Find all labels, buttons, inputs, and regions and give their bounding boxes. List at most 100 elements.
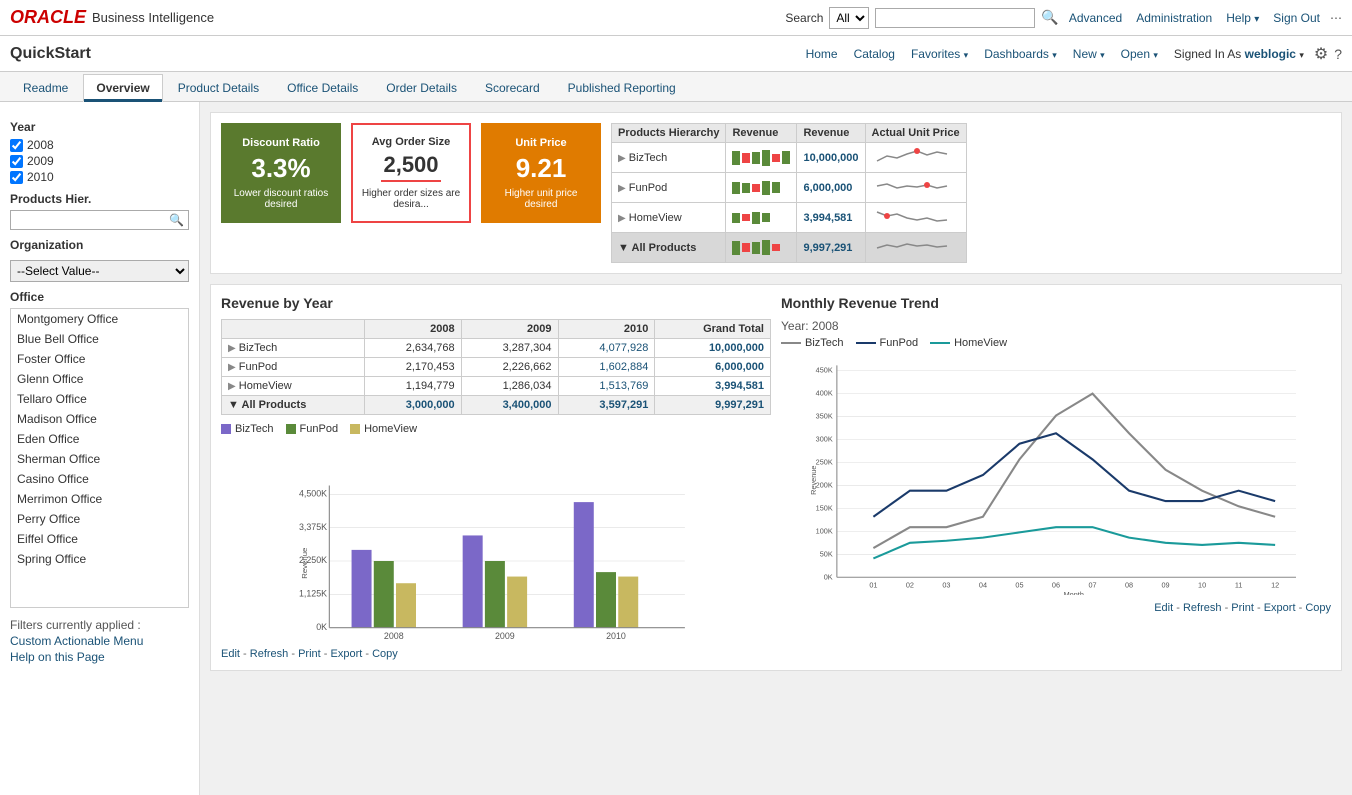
- open-link[interactable]: Open ▾: [1121, 47, 1158, 61]
- tab-readme[interactable]: Readme: [10, 74, 81, 101]
- list-item[interactable]: Glenn Office: [11, 369, 188, 389]
- advanced-link[interactable]: Advanced: [1069, 11, 1122, 25]
- search-input[interactable]: [875, 8, 1035, 28]
- list-item[interactable]: Spring Office: [11, 549, 188, 569]
- row-all-products: ▼ All Products: [222, 396, 365, 415]
- edit-link[interactable]: Edit: [221, 648, 240, 660]
- home-link[interactable]: Home: [806, 47, 838, 61]
- row-funpod: ▶ FunPod: [222, 358, 365, 377]
- export-link[interactable]: Export: [331, 648, 363, 660]
- new-link[interactable]: New ▾: [1073, 47, 1105, 61]
- expand-icon[interactable]: ▶: [618, 213, 626, 224]
- search-dropdown[interactable]: All: [829, 7, 869, 29]
- products-hierarchy-container: Products Hierarchy Revenue Revenue Actua…: [611, 123, 1331, 263]
- help-link[interactable]: Help ▾: [1226, 11, 1259, 25]
- legend-biztech-line: BizTech: [781, 337, 844, 349]
- table-row: ▶ HomeView 3,994,581: [612, 203, 967, 233]
- list-item[interactable]: Blue Bell Office: [11, 329, 188, 349]
- list-item[interactable]: Sherman Office: [11, 449, 188, 469]
- expand-icon[interactable]: ▶: [228, 343, 236, 354]
- year-2009-checkbox[interactable]: [10, 155, 23, 168]
- expand-icon[interactable]: ▶: [228, 362, 236, 373]
- organization-select[interactable]: --Select Value--: [10, 260, 189, 282]
- list-item[interactable]: Casino Office: [11, 469, 188, 489]
- catalog-link[interactable]: Catalog: [854, 47, 895, 61]
- cell-funpod-revenue: 6,000,000: [797, 173, 865, 203]
- svg-text:2009: 2009: [495, 631, 515, 641]
- tab-scorecard[interactable]: Scorecard: [472, 74, 553, 101]
- dashboards-link[interactable]: Dashboards ▾: [984, 47, 1057, 61]
- favorites-link[interactable]: Favorites ▾: [911, 47, 968, 61]
- trend-refresh-link[interactable]: Refresh: [1183, 602, 1222, 614]
- help-icon[interactable]: ?: [1334, 46, 1342, 62]
- quickstart-title: QuickStart: [10, 45, 91, 63]
- trend-export-link[interactable]: Export: [1264, 602, 1296, 614]
- table-row: ▶ HomeView 1,194,779 1,286,034 1,513,769…: [222, 377, 771, 396]
- products-search-input[interactable]: [15, 213, 169, 227]
- trend-copy-link[interactable]: Copy: [1305, 602, 1331, 614]
- discount-ratio-subtitle: Lower discount ratios desired: [231, 188, 331, 210]
- legend-funpod-line-color: [856, 342, 876, 344]
- svg-text:2008: 2008: [384, 631, 404, 641]
- list-item[interactable]: Tellaro Office: [11, 389, 188, 409]
- all-2009: 3,400,000: [461, 396, 558, 415]
- expand-icon[interactable]: ▶: [228, 381, 236, 392]
- list-item[interactable]: Perry Office: [11, 509, 188, 529]
- cell-biztech: ▶ BizTech: [612, 143, 726, 173]
- legend-funpod-line: FunPod: [856, 337, 919, 349]
- unit-price-value: 9.21: [516, 153, 567, 184]
- custom-menu-link[interactable]: Custom Actionable Menu: [10, 634, 189, 648]
- expand-icon[interactable]: ▶: [618, 183, 626, 194]
- list-item[interactable]: Foster Office: [11, 349, 188, 369]
- username-link[interactable]: weblogic: [1245, 47, 1296, 61]
- refresh-link[interactable]: Refresh: [250, 648, 289, 660]
- gear-icon[interactable]: ⚙: [1314, 44, 1328, 64]
- svg-text:Revenue: Revenue: [809, 466, 818, 495]
- svg-text:3,375K: 3,375K: [299, 522, 327, 532]
- organization-title: Organization: [10, 238, 189, 252]
- tab-order-details[interactable]: Order Details: [373, 74, 470, 101]
- trend-edit-link[interactable]: Edit: [1154, 602, 1173, 614]
- sign-out-link[interactable]: Sign Out: [1273, 11, 1320, 25]
- list-item[interactable]: Madison Office: [11, 409, 188, 429]
- products-search-box: 🔍: [10, 210, 189, 230]
- oracle-logo: ORACLE: [10, 7, 86, 28]
- tab-product-details[interactable]: Product Details: [165, 74, 272, 101]
- cell-biztech-revenue: 10,000,000: [797, 143, 865, 173]
- year-2010-checkbox[interactable]: [10, 171, 23, 184]
- svg-text:0K: 0K: [316, 622, 327, 632]
- top-nav-links: Advanced Administration Help ▾ Sign Out: [1069, 11, 1320, 25]
- office-list[interactable]: Montgomery Office Blue Bell Office Foste…: [10, 308, 189, 608]
- more-options-icon[interactable]: ⋯: [1330, 11, 1342, 25]
- cell-funpod: ▶ FunPod: [612, 173, 726, 203]
- administration-link[interactable]: Administration: [1136, 11, 1212, 25]
- tab-office-details[interactable]: Office Details: [274, 74, 371, 101]
- svg-text:450K: 450K: [816, 366, 833, 375]
- cell-homeview-trend: [865, 203, 966, 233]
- trend-print-link[interactable]: Print: [1231, 602, 1254, 614]
- cell-biztech-trend: [865, 143, 966, 173]
- col-grand-total: Grand Total: [655, 320, 771, 339]
- revenue-section: Revenue by Year 2008 2009 2010 Grand Tot…: [210, 284, 1342, 671]
- biztech-total: 10,000,000: [655, 339, 771, 358]
- cell-homeview-revenue: 3,994,581: [797, 203, 865, 233]
- help-page-link[interactable]: Help on this Page: [10, 650, 189, 664]
- list-item[interactable]: Montgomery Office: [11, 309, 188, 329]
- search-icon[interactable]: 🔍: [1041, 9, 1058, 26]
- kpi-section: Discount Ratio 3.3% Lower discount ratio…: [210, 112, 1342, 274]
- svg-text:03: 03: [942, 581, 950, 590]
- tab-overview[interactable]: Overview: [83, 74, 162, 102]
- list-item[interactable]: Eiffel Office: [11, 529, 188, 549]
- tab-published-reporting[interactable]: Published Reporting: [555, 74, 689, 101]
- table-row: ▶ BizTech 2,634,768 3,287,304 4,077,928 …: [222, 339, 771, 358]
- expand-icon[interactable]: ▶: [618, 153, 626, 164]
- legend-biztech-line-color: [781, 342, 801, 344]
- print-link[interactable]: Print: [298, 648, 321, 660]
- copy-link[interactable]: Copy: [372, 648, 398, 660]
- svg-text:10: 10: [1198, 581, 1206, 590]
- cell-all-revenue: 9,997,291: [797, 233, 865, 263]
- discount-ratio-title: Discount Ratio: [242, 137, 320, 149]
- list-item[interactable]: Eden Office: [11, 429, 188, 449]
- list-item[interactable]: Merrimon Office: [11, 489, 188, 509]
- year-2008-checkbox[interactable]: [10, 139, 23, 152]
